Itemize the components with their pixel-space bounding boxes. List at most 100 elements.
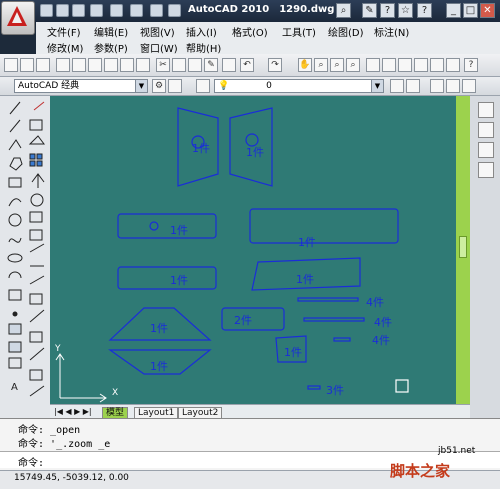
plot-preview-icon[interactable]	[72, 58, 86, 72]
tool-palettes-icon[interactable]	[398, 58, 412, 72]
plot-preview-icon[interactable]	[150, 4, 163, 17]
svg-text:A: A	[11, 382, 18, 393]
layer-select[interactable]: 💡 0 ▼	[214, 79, 384, 93]
properties-icon[interactable]	[366, 58, 380, 72]
draw-modify-toolbars: A	[0, 96, 51, 418]
strip	[333, 337, 351, 342]
part-small-plate	[221, 307, 285, 331]
cut-icon[interactable]: ✂	[156, 58, 170, 72]
make-current-layer-icon[interactable]	[390, 79, 404, 93]
maximize-button[interactable]: □	[463, 3, 478, 18]
etransmit-icon[interactable]	[120, 58, 134, 72]
menu-bar: 文件(F) 编辑(E) 视图(V) 插入(I) 格式(O) 工具(T) 绘图(D…	[36, 22, 500, 55]
workspace-settings-icon[interactable]: ⚙	[152, 79, 166, 93]
tools-icon[interactable]: ✎	[362, 3, 377, 18]
zoom-realtime-icon[interactable]: ⌕	[314, 58, 328, 72]
layer-state-icons: 💡	[218, 81, 230, 91]
zoom-window-icon[interactable]: ⌕	[330, 58, 344, 72]
menu-parameters[interactable]: 参数(P)	[94, 40, 128, 55]
ucs-box	[395, 379, 409, 393]
open-icon[interactable]	[20, 58, 34, 72]
minimize-button[interactable]: _	[446, 3, 461, 18]
menu-dimension[interactable]: 标注(N)	[374, 24, 409, 39]
menu-help[interactable]: 帮助(H)	[186, 40, 221, 55]
part-plate	[249, 208, 399, 244]
match-properties-icon[interactable]: ✎	[204, 58, 218, 72]
command-history-line: 命令: '_.zoom _e	[18, 435, 110, 450]
application-menu-button[interactable]	[1, 1, 35, 35]
markup-set-icon[interactable]	[430, 58, 444, 72]
part-label: 1件	[170, 224, 188, 237]
part-label: 1件	[150, 360, 168, 373]
quick-calc-icon[interactable]	[446, 58, 460, 72]
part-label: 4件	[374, 316, 392, 329]
publish-icon[interactable]	[88, 58, 102, 72]
sheet-set-manager-icon[interactable]	[414, 58, 428, 72]
toolbar-icon[interactable]	[478, 102, 494, 118]
design-center-icon[interactable]	[382, 58, 396, 72]
favorites-star-icon[interactable]: ☆	[398, 3, 413, 18]
vertical-scrollbar[interactable]	[456, 96, 470, 406]
app-name: AutoCAD 2010	[188, 4, 270, 15]
menu-modify[interactable]: 修改(M)	[47, 40, 83, 55]
quick-access-dropdown-icon[interactable]	[168, 4, 181, 17]
menu-tools[interactable]: 工具(T)	[282, 24, 316, 39]
toolbar-icon[interactable]	[478, 142, 494, 158]
zoom-previous-icon[interactable]: ⌕	[346, 58, 360, 72]
undo-icon[interactable]	[90, 4, 103, 17]
chevron-down-icon[interactable]: ▼	[135, 80, 147, 92]
help-icon[interactable]: ?	[464, 58, 478, 72]
sheet-set-icon[interactable]	[136, 58, 150, 72]
workspace-layer-toolbar: AutoCAD 经典 ▼ ⚙ 💡 0 ▼	[0, 77, 500, 96]
part-label: 1件	[170, 274, 188, 287]
close-button[interactable]: ✕	[480, 3, 495, 18]
part-label: 1件	[298, 236, 316, 249]
block-editor-icon[interactable]	[222, 58, 236, 72]
chevron-down-icon[interactable]: ▼	[371, 80, 383, 92]
part-label: 1件	[296, 273, 314, 286]
scroll-thumb[interactable]	[459, 236, 467, 258]
menu-edit[interactable]: 编辑(E)	[94, 24, 128, 39]
menu-file[interactable]: 文件(F)	[47, 24, 81, 39]
3d-dwf-icon[interactable]	[104, 58, 118, 72]
menu-window[interactable]: 窗口(W)	[140, 40, 178, 55]
ucs-x-label: X	[112, 388, 119, 398]
paste-icon[interactable]	[188, 58, 202, 72]
print-icon[interactable]	[130, 4, 143, 17]
menu-draw[interactable]: 绘图(D)	[328, 24, 364, 39]
pan-icon[interactable]: ✋	[298, 58, 312, 72]
redo-icon[interactable]: ↷	[268, 58, 282, 72]
open-file-icon[interactable]	[56, 4, 69, 17]
command-prompt: 命令:	[18, 458, 45, 469]
menu-view[interactable]: 视图(V)	[140, 24, 175, 39]
print-icon[interactable]	[56, 58, 70, 72]
new-file-icon[interactable]	[40, 4, 53, 17]
help-icon[interactable]: ?	[380, 3, 395, 18]
layer-previous-icon[interactable]	[406, 79, 420, 93]
toolbar-icon[interactable]	[478, 162, 494, 178]
tab-nav-arrows[interactable]: |◀ ◀ ▶ ▶|	[54, 407, 92, 416]
undo-icon[interactable]: ↶	[240, 58, 254, 72]
redo-icon[interactable]	[110, 4, 123, 17]
info-icon[interactable]: ?	[417, 3, 432, 18]
workspace-select[interactable]: AutoCAD 经典 ▼	[14, 79, 148, 93]
layer-properties-icon[interactable]	[196, 79, 210, 93]
layer-unisolate-icon[interactable]	[446, 79, 460, 93]
part-plate	[117, 266, 217, 290]
save-icon[interactable]	[36, 58, 50, 72]
drawing-canvas[interactable]: Y X 1件 1件 1件 1件 1件 1件 1件 1件 2件 1件 4件 4件 …	[50, 96, 470, 406]
command-text: '_.zoom _e	[44, 439, 111, 450]
drawing-geometry	[55, 107, 409, 403]
layout-tab-bar: |◀ ◀ ▶ ▶| 模型 Layout1 Layout2	[50, 404, 470, 420]
toolbar-icon[interactable]	[478, 122, 494, 138]
search-binoculars-icon[interactable]: ⌕	[336, 3, 351, 18]
layer-walk-icon[interactable]	[462, 79, 476, 93]
workspace-toggle-icon[interactable]	[168, 79, 182, 93]
new-icon[interactable]	[4, 58, 18, 72]
save-icon[interactable]	[72, 4, 85, 17]
menu-insert[interactable]: 插入(I)	[186, 24, 217, 39]
layer-isolate-icon[interactable]	[430, 79, 444, 93]
part-label: 1件	[284, 346, 302, 359]
copy-icon[interactable]	[172, 58, 186, 72]
menu-format[interactable]: 格式(O)	[232, 24, 268, 39]
